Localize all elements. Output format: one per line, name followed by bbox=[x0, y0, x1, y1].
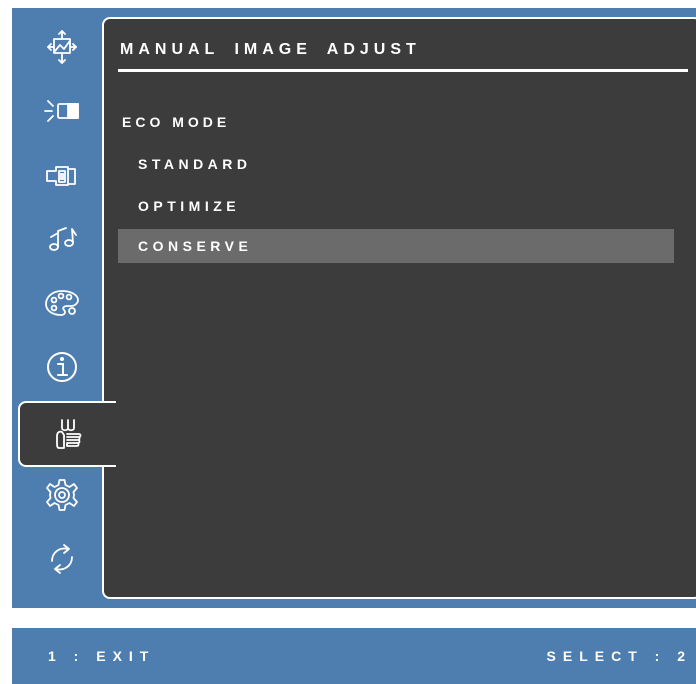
color-palette-icon bbox=[45, 290, 79, 316]
option-standard[interactable]: STANDARD bbox=[118, 147, 674, 181]
menu-panel: MANUAL IMAGE ADJUST ECO MODE STANDARD OP… bbox=[102, 17, 696, 599]
input-select-button[interactable] bbox=[22, 149, 102, 201]
select-hint[interactable]: SELECT : 2 bbox=[547, 648, 692, 664]
information-icon bbox=[47, 352, 77, 382]
information-button[interactable] bbox=[22, 341, 102, 393]
option-optimize[interactable]: OPTIMIZE bbox=[118, 189, 674, 223]
title-divider bbox=[118, 69, 688, 72]
exit-hint[interactable]: 1 : EXIT bbox=[48, 648, 155, 664]
brightness-contrast-icon bbox=[44, 100, 79, 122]
input-select-icon bbox=[46, 166, 76, 186]
option-conserve[interactable]: CONSERVE bbox=[118, 229, 674, 263]
memory-recall-button[interactable] bbox=[22, 533, 102, 585]
osd-frame: MANUAL IMAGE ADJUST ECO MODE STANDARD OP… bbox=[12, 8, 696, 608]
footer-bar: 1 : EXIT SELECT : 2 bbox=[12, 628, 696, 684]
manual-image-adjust-button[interactable] bbox=[18, 401, 116, 467]
memory-recall-icon bbox=[51, 544, 73, 574]
audio-button[interactable] bbox=[22, 213, 102, 265]
brightness-contrast-button[interactable] bbox=[22, 85, 102, 137]
setup-menu-icon bbox=[46, 479, 78, 511]
sidebar bbox=[12, 8, 116, 608]
color-adjust-button[interactable] bbox=[22, 277, 102, 329]
manual-image-adjust-icon bbox=[56, 419, 82, 449]
image-position-icon bbox=[47, 30, 77, 64]
eco-mode-heading: ECO MODE bbox=[122, 114, 231, 130]
menu-title: MANUAL IMAGE ADJUST bbox=[120, 41, 421, 58]
image-position-button[interactable] bbox=[22, 21, 102, 73]
audio-icon bbox=[49, 227, 77, 251]
setup-menu-button[interactable] bbox=[22, 469, 102, 521]
